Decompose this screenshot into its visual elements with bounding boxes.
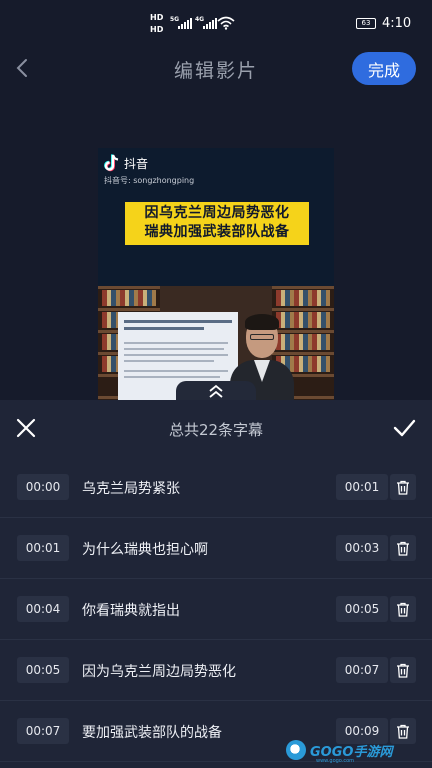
watermark-text: GOGO手游网 [310,744,393,760]
trash-icon [397,663,409,678]
start-time-button[interactable]: 00:00 [17,474,69,500]
clock: 4:10 [382,16,412,31]
video-frame[interactable]: 抖音 抖音号: songzhongping 因乌克兰周边局势恶化 瑞典加强武装部… [98,148,334,400]
subtitle-panel: 总共22条字幕 00:00 乌克兰局势紧张 00:01 00:01 为什么瑞典也… [0,400,432,768]
subtitle-text[interactable]: 要加强武装部队的战备 [82,722,222,742]
signal-icon [178,18,192,29]
delete-button[interactable] [390,596,416,622]
done-button[interactable]: 完成 [352,52,416,85]
subtitle-row[interactable]: 00:00 乌克兰局势紧张 00:01 [0,457,432,518]
video-caption: 因乌克兰周边局势恶化 瑞典加强武装部队战备 [125,202,309,245]
expand-preview-button[interactable] [176,381,256,400]
hd-indicator-bottom: HD [150,25,164,34]
subtitle-row[interactable]: 00:05 因为乌克兰周边局势恶化 00:07 [0,640,432,701]
watermark-logo-icon [286,740,306,760]
account-id: 抖音号: songzhongping [104,176,195,185]
title-bar: 编辑影片 完成 [0,44,432,92]
subtitle-count-title: 总共22条字幕 [168,421,264,439]
panel-header: 总共22条字幕 [0,400,432,457]
confirm-button[interactable] [390,414,418,442]
platform-badge: 抖音 [104,154,148,172]
end-time-button[interactable]: 00:01 [336,474,388,500]
end-time-button[interactable]: 00:03 [336,535,388,561]
trash-icon [397,541,409,556]
subtitle-text[interactable]: 乌克兰局势紧张 [82,478,180,498]
delete-button[interactable] [390,474,416,500]
end-time-button[interactable]: 00:05 [336,596,388,622]
wifi-icon [217,16,235,30]
trash-icon [397,602,409,617]
hd-indicator-top: HD [150,13,164,22]
trash-icon [397,480,409,495]
end-time-button[interactable]: 00:07 [336,657,388,683]
trash-icon [397,724,409,739]
caption-line-2: 瑞典加强武装部队战备 [144,224,290,240]
start-time-button[interactable]: 00:04 [17,596,69,622]
subtitle-text[interactable]: 为什么瑞典也担心啊 [82,539,208,559]
delete-button[interactable] [390,657,416,683]
watermark-url: www.gogo.com [316,758,355,764]
video-preview-area: 抖音 抖音号: songzhongping 因乌克兰周边局势恶化 瑞典加强武装部… [0,92,432,400]
tiktok-logo-icon [104,154,119,172]
start-time-button[interactable]: 00:07 [17,718,69,744]
subtitle-row[interactable]: 00:01 为什么瑞典也担心啊 00:03 [0,518,432,579]
delete-button[interactable] [390,535,416,561]
checkmark-icon [393,419,416,437]
caption-line-1: 因乌克兰周边局势恶化 [144,205,290,221]
subtitle-row[interactable]: 00:04 你看瑞典就指出 00:05 [0,579,432,640]
subtitle-text[interactable]: 你看瑞典就指出 [82,600,180,620]
signal-icon-2 [203,18,217,29]
status-bar: HD HD 5G 4G 63 4:10 [0,0,432,44]
subtitle-text[interactable]: 因为乌克兰周边局势恶化 [82,661,236,681]
battery-icon: 63 [356,18,376,29]
double-chevron-up-icon [209,384,223,398]
start-time-button[interactable]: 00:01 [17,535,69,561]
start-time-button[interactable]: 00:05 [17,657,69,683]
platform-name: 抖音 [124,156,149,171]
watermark: GOGO手游网 www.gogo.com [286,738,430,764]
